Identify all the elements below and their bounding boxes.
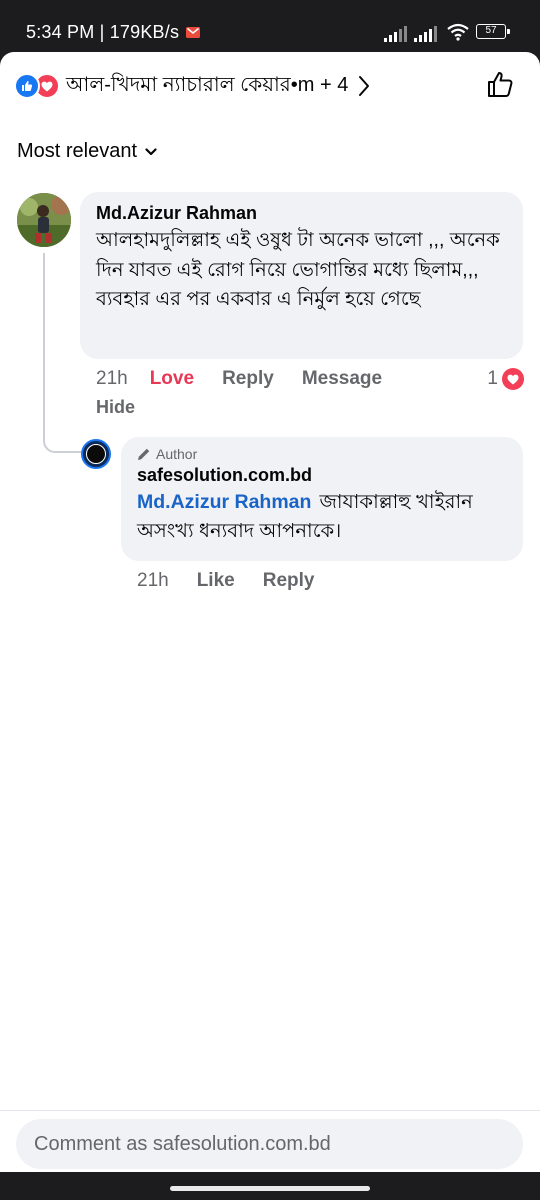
love-action-button[interactable]: Love: [150, 368, 194, 390]
reply-button[interactable]: Reply: [263, 570, 315, 592]
reply-bubble[interactable]: Author safesolution.com.bd Md.Azizur Rah…: [121, 437, 523, 561]
like-reaction-icon: [14, 73, 40, 99]
comment-input[interactable]: [16, 1119, 523, 1169]
reply-button[interactable]: Reply: [222, 368, 274, 390]
author-badge: Author: [137, 446, 507, 462]
comment-reaction-count[interactable]: 1: [487, 368, 524, 390]
battery-icon: 57: [476, 24, 510, 39]
thread-connector-line: [43, 253, 83, 453]
like-button[interactable]: Like: [197, 570, 235, 592]
reaction-count-number: 1: [487, 368, 498, 389]
page-avatar[interactable]: [81, 439, 111, 469]
author-badge-label: Author: [156, 446, 198, 462]
gmail-icon: [186, 27, 200, 38]
message-button[interactable]: Message: [302, 368, 382, 390]
reactors-summary[interactable]: আল-খিদমা ন্যাচারাল কেয়ার•m + 4: [14, 70, 370, 102]
mention-link[interactable]: Md.Azizur Rahman: [137, 491, 311, 513]
reply-actions: 21h Like Reply: [137, 570, 342, 592]
reactions-comments-sheet: আল-খিদমা ন্যাচারাল কেয়ার•m + 4 Most rel…: [0, 52, 540, 1172]
thumbs-up-outline-icon[interactable]: [486, 70, 514, 98]
comment-timestamp: 21h: [96, 368, 128, 389]
status-bar: 5:34 PM | 179KB/s 57: [0, 0, 540, 52]
comment-actions: 21h Love Reply Message: [96, 368, 410, 390]
comment-bubble[interactable]: Md.Azizur Rahman আলহামদুলিল্লাহ এই ওষুধ …: [80, 192, 523, 359]
signal-icon: [384, 26, 407, 42]
pencil-icon: [138, 448, 150, 460]
signal-icon-2: [414, 26, 437, 42]
reactors-text: আল-খিদমা ন্যাচারাল কেয়ার•m + 4: [66, 73, 349, 96]
avatar-photo-icon: [17, 193, 71, 247]
sort-dropdown[interactable]: Most relevant: [17, 140, 157, 163]
reply-text: Md.Azizur Rahman জাযাকাল্লাহু খাইরান অসংখ…: [137, 488, 507, 546]
comment-text: আলহামদুলিল্লাহ এই ওষুধ টা অনেক ভালো ,,, …: [96, 229, 500, 310]
reply-author-name[interactable]: safesolution.com.bd: [137, 465, 507, 486]
chevron-down-icon: [145, 147, 157, 155]
navigation-gesture-bar[interactable]: [170, 1186, 370, 1191]
page-logo-icon: [86, 444, 106, 464]
avatar[interactable]: [17, 193, 71, 247]
sort-label: Most relevant: [17, 140, 138, 162]
comment-author-name[interactable]: Md.Azizur Rahman: [96, 203, 507, 224]
hide-replies-button[interactable]: Hide: [96, 397, 135, 418]
status-time-speed: 5:34 PM | 179KB/s: [26, 22, 180, 42]
reply-timestamp: 21h: [137, 570, 169, 591]
wifi-icon: [447, 23, 469, 41]
chevron-right-icon: [359, 76, 370, 96]
love-reaction-icon: [502, 368, 524, 390]
